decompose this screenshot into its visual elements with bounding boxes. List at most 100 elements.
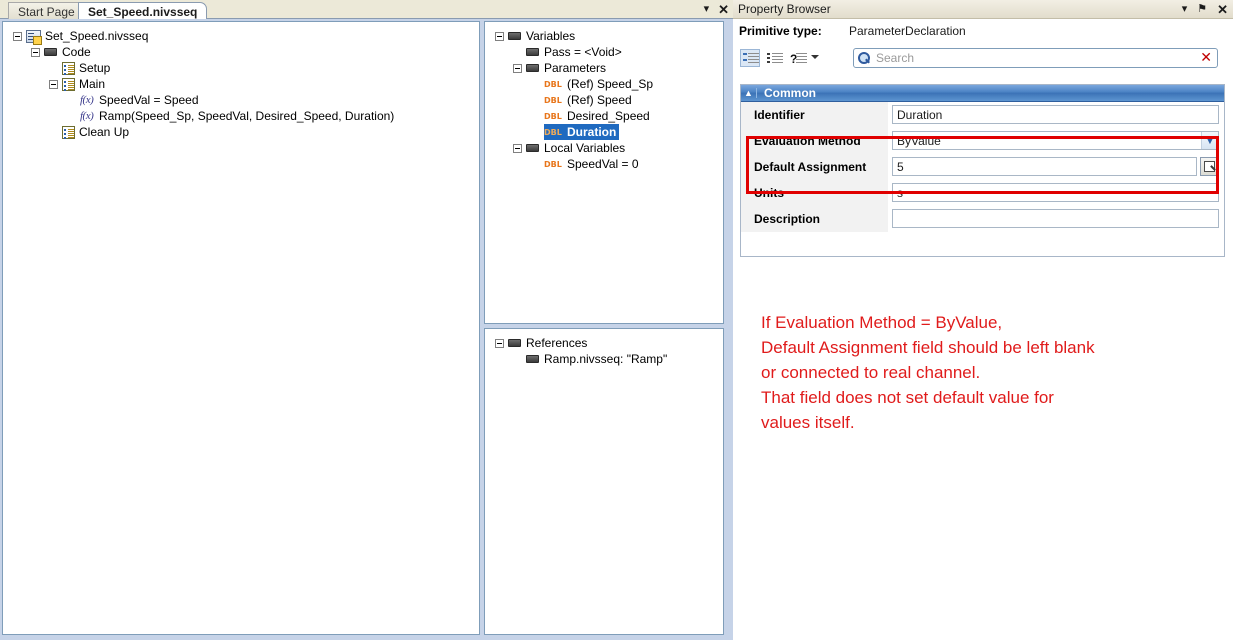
description-help-icon-lines <box>796 53 807 65</box>
block-icon <box>526 144 539 152</box>
collapse-node-icon[interactable] <box>13 31 22 41</box>
tab-set-speed[interactable]: Set_Speed.nivsseq <box>78 2 208 19</box>
property-combo-field[interactable]: ByValue ▼ <box>892 131 1219 150</box>
property-grid: ▲ Common Identifier Duration Evaluation Me… <box>740 84 1225 257</box>
tree-item-label: Set_Speed.nivsseq <box>45 29 149 43</box>
tab-start-page[interactable]: Start Page <box>8 2 85 19</box>
property-value-cell: 5 <box>889 154 1224 180</box>
references-panel: References Ramp.nivsseq: "Ramp" <box>484 328 724 635</box>
tree-item[interactable]: Pass = <Void> <box>491 44 719 60</box>
collapse-node-icon[interactable] <box>513 143 522 153</box>
property-text-field[interactable]: 5 <box>892 157 1197 176</box>
tree-item-content: Set_Speed.nivsseq <box>26 28 149 45</box>
tree-item[interactable]: Ramp.nivsseq: "Ramp" <box>491 351 719 367</box>
tree-item[interactable]: Setup <box>9 60 475 76</box>
document-pane: Set_Speed.nivsseq Code Setup Main f(x) SpeedV… <box>0 19 733 640</box>
dbl-type-icon: DBL <box>544 159 562 169</box>
tree-item-content: Ramp.nivsseq: "Ramp" <box>526 351 667 367</box>
chevron-down-icon[interactable]: ▾ <box>1182 3 1188 15</box>
tree-item-label: Pass = <Void> <box>544 45 622 59</box>
tree-item[interactable]: DBL Duration <box>491 124 719 140</box>
property-text-field[interactable] <box>892 209 1219 228</box>
categorized-view-icon[interactable] <box>740 49 760 67</box>
tree-item[interactable]: f(x) SpeedVal = Speed <box>9 92 475 108</box>
annotation-line: or connected to real channel. <box>761 363 981 382</box>
tree-item-label: Code <box>62 45 91 59</box>
tab-list-dropdown-icon[interactable]: ▾ <box>704 3 710 15</box>
close-icon[interactable]: ✕ <box>1217 3 1228 16</box>
tree-item-label: Ramp(Speed_Sp, SpeedVal, Desired_Speed, … <box>99 109 395 123</box>
search-icon <box>857 51 871 65</box>
property-name: Units <box>741 179 889 206</box>
property-text-field[interactable]: s <box>892 183 1219 202</box>
categorized-view-icon-glyph <box>743 53 747 65</box>
collapse-group-icon[interactable]: ▲ <box>741 88 757 98</box>
collapse-node-icon[interactable] <box>495 31 504 41</box>
tree-item[interactable]: Local Variables <box>491 140 719 156</box>
dbl-type-icon: DBL <box>544 127 562 137</box>
tree-item-content: DBL (Ref) Speed_Sp <box>544 76 653 92</box>
property-group-header-common[interactable]: ▲ Common <box>741 85 1224 102</box>
chevron-down-icon[interactable]: ▼ <box>1201 132 1218 149</box>
tree-item-content: Parameters <box>526 60 606 76</box>
property-text-field[interactable]: Duration <box>892 105 1219 124</box>
block-icon <box>526 48 539 56</box>
property-browser-toolbar: ? ✕ <box>733 46 1233 72</box>
references-tree: References Ramp.nivsseq: "Ramp" <box>485 329 723 371</box>
clear-search-icon[interactable]: ✕ <box>1200 51 1212 65</box>
tree-item[interactable]: Parameters <box>491 60 719 76</box>
property-browser-window-controls: ▾ ⚑ ✕ <box>1182 3 1228 16</box>
block-icon <box>508 339 521 347</box>
tree-item[interactable]: References <box>491 335 719 351</box>
tab-close-icon[interactable]: ✕ <box>718 3 729 16</box>
tree-item[interactable]: DBL Desired_Speed <box>491 108 719 124</box>
tree-item-label: Main <box>79 77 106 91</box>
tree-item[interactable]: DBL (Ref) Speed_Sp <box>491 76 719 92</box>
tree-item[interactable]: Variables <box>491 28 719 44</box>
block-icon <box>526 355 539 363</box>
tree-item-label: Clean Up <box>79 125 130 139</box>
search-box[interactable]: ✕ <box>853 48 1218 68</box>
property-value-cell: Duration <box>889 102 1224 128</box>
tree-item[interactable]: Clean Up <box>9 124 475 140</box>
search-input[interactable] <box>874 50 1201 66</box>
property-value-cell <box>889 206 1224 232</box>
property-row: Default Assignment 5 <box>741 153 1224 180</box>
dbl-type-icon: DBL <box>544 79 562 89</box>
tree-item[interactable]: f(x) Ramp(Speed_Sp, SpeedVal, Desired_Spe… <box>9 108 475 124</box>
collapse-node-icon[interactable] <box>31 47 40 57</box>
tree-item-content: Pass = <Void> <box>526 44 622 60</box>
tree-item-label: SpeedVal = Speed <box>99 93 199 107</box>
function-icon: f(x) <box>80 93 94 106</box>
property-browser-title: Property Browser <box>738 2 831 16</box>
tree-item-content: Main <box>62 76 105 92</box>
alphabetical-view-icon[interactable] <box>764 49 784 67</box>
tree-item-content: DBL Duration <box>544 124 620 140</box>
tree-item[interactable]: DBL (Ref) Speed <box>491 92 719 108</box>
tree-item[interactable]: DBL SpeedVal = 0 <box>491 156 719 172</box>
annotation-line: values itself. <box>761 413 855 432</box>
categorized-view-icon-lines <box>748 53 759 65</box>
block-icon <box>44 48 57 56</box>
tree-item[interactable]: Main <box>9 76 475 92</box>
tree-item-label: Setup <box>79 61 111 75</box>
pin-icon[interactable]: ⚑ <box>1197 3 1207 15</box>
tree-item-label: References <box>526 336 588 350</box>
chevron-down-icon[interactable] <box>811 55 819 59</box>
alphabetical-view-icon-lines <box>772 53 783 65</box>
collapse-node-icon[interactable] <box>49 79 58 89</box>
tree-item[interactable]: Set_Speed.nivsseq <box>9 28 475 45</box>
primitive-type-row: Primitive type: ParameterDeclaration <box>733 21 1233 41</box>
property-browser-titlebar: Property Browser ▾ ⚑ ✕ <box>733 0 1233 19</box>
variables-panel: Variables Pass = <Void> Parameters DBL (Ref)… <box>484 21 724 324</box>
collapse-node-icon[interactable] <box>495 338 504 348</box>
tree-item[interactable]: Code <box>9 44 475 60</box>
property-group-label: Common <box>764 86 816 100</box>
browse-magnifier-icon[interactable] <box>1200 157 1219 176</box>
tree-item-content: Local Variables <box>526 140 625 156</box>
tree-item-label: (Ref) Speed_Sp <box>567 77 654 91</box>
alphabetical-view-icon-bullets <box>767 53 770 65</box>
step-icon <box>62 77 75 91</box>
description-help-icon[interactable]: ? <box>788 49 808 67</box>
collapse-node-icon[interactable] <box>513 63 522 73</box>
